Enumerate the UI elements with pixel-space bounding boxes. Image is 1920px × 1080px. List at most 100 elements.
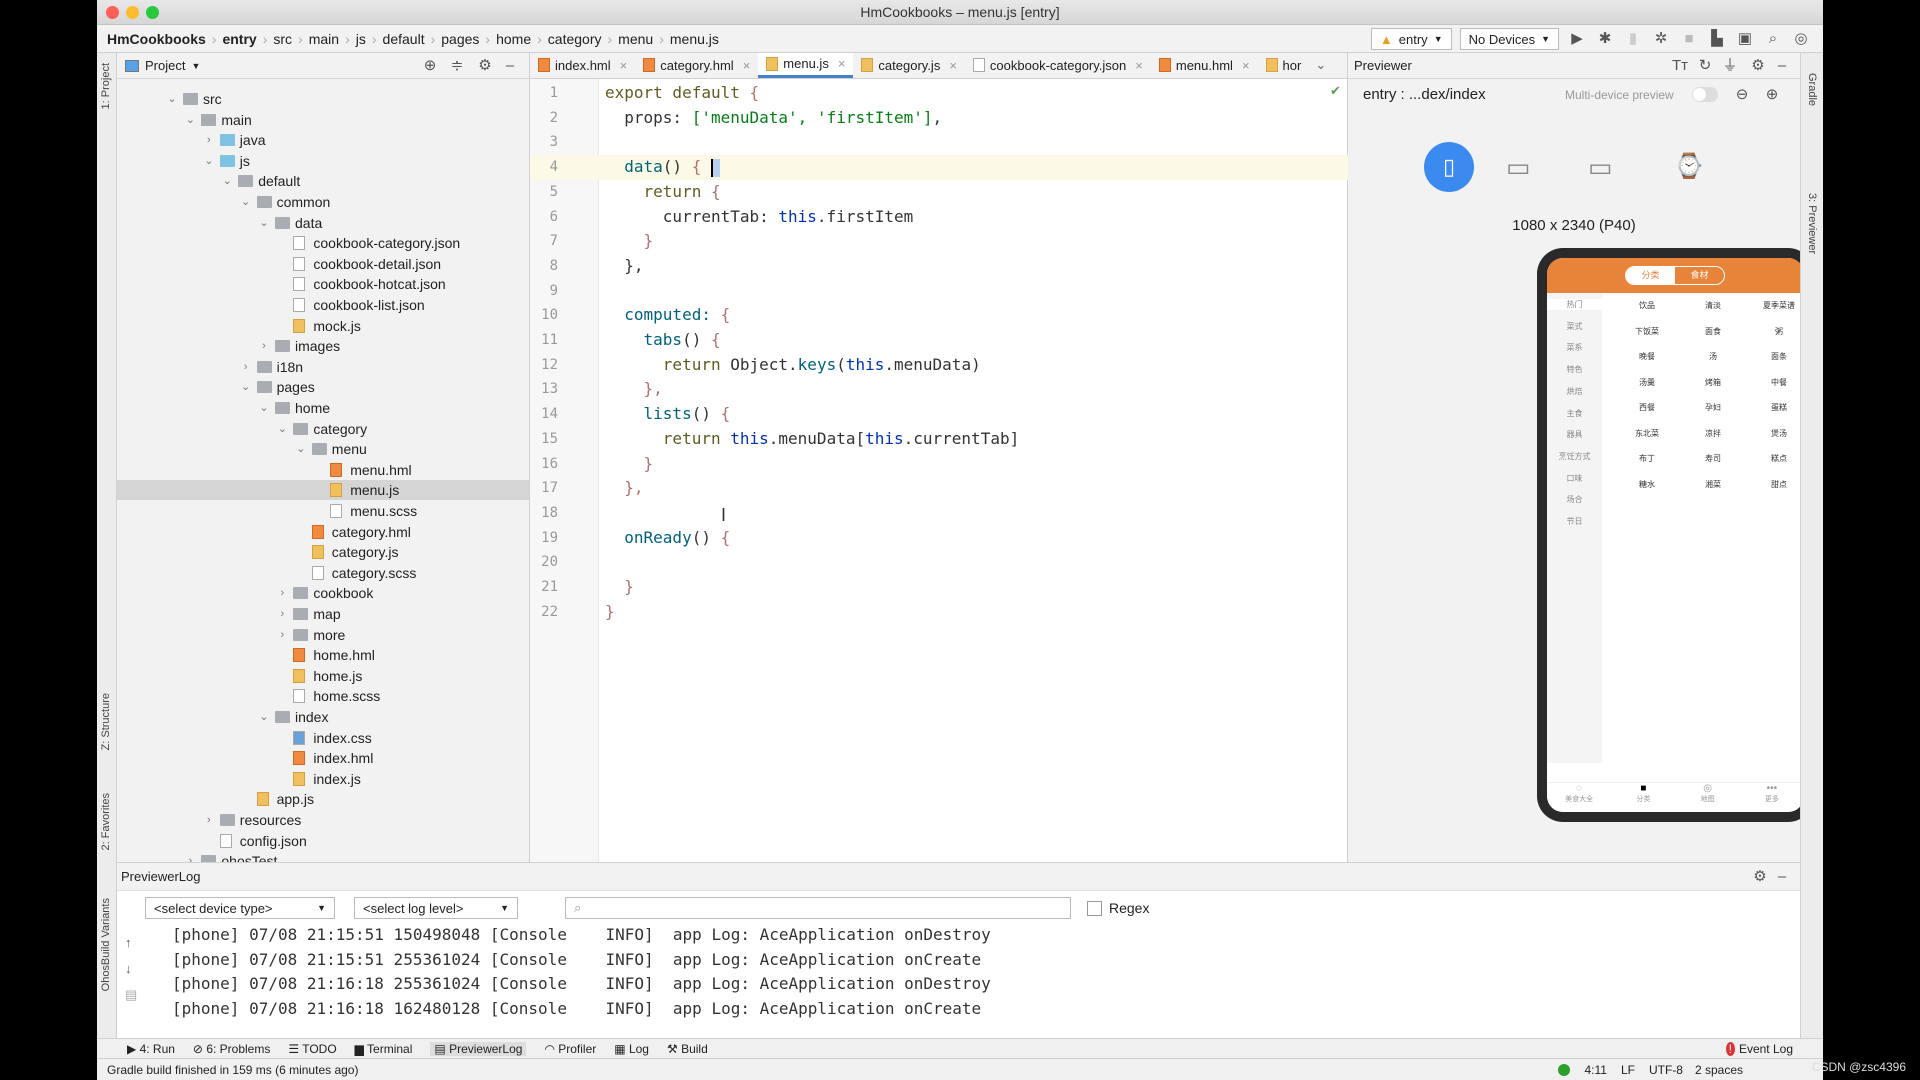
nav-item[interactable]: ◎ 地图 <box>1676 783 1740 812</box>
module-select[interactable]: ▲ entry ▼ <box>1370 28 1452 50</box>
tool-tab-build[interactable]: ⚒ Build <box>667 1042 708 1056</box>
grid-item[interactable]: 粥 <box>1749 326 1804 337</box>
breadcrumb-item[interactable]: default <box>383 31 425 47</box>
close-tab-icon[interactable]: × <box>1242 58 1250 73</box>
grid-item[interactable]: 饮品 <box>1617 300 1677 311</box>
tree-item[interactable]: › more <box>117 625 529 645</box>
tree-item[interactable]: category.scss <box>117 563 529 583</box>
grid-item[interactable]: 中餐 <box>1749 377 1804 388</box>
close-tab-icon[interactable]: × <box>949 58 957 73</box>
grid-item[interactable]: 清淡 <box>1683 300 1743 311</box>
gear-icon[interactable]: ⚙ <box>475 56 495 76</box>
project-structure-icon[interactable]: ▙ <box>1707 29 1727 49</box>
log-level-select[interactable]: <select log level> ▼ <box>354 897 518 919</box>
breadcrumb-item[interactable]: category <box>548 31 602 47</box>
tree-item[interactable]: cookbook-list.json <box>117 295 529 315</box>
grid-item[interactable]: 孕妇 <box>1683 402 1743 413</box>
breadcrumb-item[interactable]: entry <box>222 31 256 47</box>
category-item[interactable]: 烹饪方式 <box>1547 451 1602 462</box>
category-item[interactable]: 烘焙 <box>1547 386 1602 397</box>
gradle-tool-button[interactable]: Gradle <box>1806 73 1818 106</box>
close-tab-icon[interactable]: × <box>620 58 628 73</box>
tree-item[interactable]: ⌄ src <box>117 89 529 109</box>
search-icon[interactable]: ⌕ <box>1763 29 1783 49</box>
grid-item[interactable]: 汤羹 <box>1617 377 1677 388</box>
chevron-right-icon[interactable]: › <box>258 336 270 356</box>
zoom-out-icon[interactable]: ⊖ <box>1732 85 1752 105</box>
tab-index-hml[interactable]: index.hml × <box>530 53 635 78</box>
multi-device-toggle[interactable] <box>1692 87 1718 102</box>
tree-item[interactable]: › cookbook <box>117 583 529 603</box>
grid-item[interactable]: 糕点 <box>1749 453 1804 464</box>
device-type-select[interactable]: <select device type> ▼ <box>145 897 335 919</box>
file-encoding[interactable]: UTF-8 <box>1649 1063 1683 1077</box>
grid-item[interactable]: 面条 <box>1749 351 1804 362</box>
tab-category-js[interactable]: category.js × <box>853 53 965 78</box>
breadcrumb-item[interactable]: menu <box>618 31 653 47</box>
chevron-down-icon[interactable]: ⌄ <box>166 89 178 109</box>
collapse-all-icon[interactable]: ≑ <box>447 56 467 76</box>
tree-item[interactable]: ⌄ index <box>117 707 529 727</box>
stop-icon[interactable]: ■ <box>1679 29 1699 49</box>
breadcrumb-item[interactable]: home <box>496 31 531 47</box>
tree-item[interactable]: category.js <box>117 542 529 562</box>
grid-item[interactable]: 烤箱 <box>1683 377 1743 388</box>
phone-preview[interactable]: 分类 食材 热门 菜式 菜系 特色 烘焙 主食 器具 烹饪方式 口味 场合 节日 饮品 清淡 夏季菜谱 下饭菜面… <box>1537 248 1814 822</box>
tool-tab-terminal[interactable]: ▆ Terminal <box>355 1042 413 1056</box>
project-tool-button[interactable]: 1: Project <box>100 63 112 109</box>
chevron-down-icon[interactable]: ⌄ <box>221 171 233 191</box>
chevron-right-icon[interactable]: › <box>276 583 288 603</box>
tree-item[interactable]: category.hml <box>117 522 529 542</box>
settings-icon[interactable]: ⚙ <box>1748 56 1768 76</box>
category-item[interactable]: 场合 <box>1547 494 1602 505</box>
tree-item[interactable]: app.js <box>117 789 529 809</box>
minimize-window-button[interactable] <box>126 6 139 19</box>
tree-item[interactable]: › ohosTest <box>117 851 529 862</box>
zoom-in-icon[interactable]: ⊕ <box>1762 85 1782 105</box>
grid-item[interactable]: 面食 <box>1683 326 1743 337</box>
locate-icon[interactable]: ⊕ <box>420 56 440 76</box>
chevron-right-icon[interactable]: › <box>276 604 288 624</box>
tree-item[interactable]: ⌄ category <box>117 419 529 439</box>
chevron-down-icon[interactable]: ⌄ <box>258 398 270 418</box>
tool-tab-todo[interactable]: ☰ TODO <box>288 1042 336 1056</box>
font-size-icon[interactable]: Tт <box>1670 56 1690 76</box>
tool-tab-log[interactable]: ▦ Log <box>614 1042 649 1056</box>
chevron-down-icon[interactable]: ⌄ <box>295 439 307 459</box>
grid-item[interactable]: 蛋糕 <box>1749 402 1804 413</box>
nav-item[interactable]: ••• 更多 <box>1740 783 1804 812</box>
phone-device-button[interactable]: ▯ <box>1424 142 1474 192</box>
chevron-down-icon[interactable]: ⌄ <box>258 707 270 727</box>
tool-tab-4-run[interactable]: ▶ 4: Run <box>127 1042 175 1056</box>
chevron-right-icon[interactable]: › <box>203 130 215 150</box>
nav-item[interactable]: ■ 分类 <box>1611 783 1675 812</box>
grid-item[interactable]: 凉拌 <box>1683 428 1743 439</box>
tree-item[interactable]: config.json <box>117 831 529 851</box>
tree-item[interactable]: › i18n <box>117 357 529 377</box>
tree-item[interactable]: cookbook-category.json <box>117 233 529 253</box>
tab-hor[interactable]: hor <box>1258 53 1310 78</box>
chevron-down-icon[interactable]: ⌄ <box>276 419 288 439</box>
project-view-select[interactable]: Project <box>145 58 185 73</box>
tab-category-hml[interactable]: category.hml × <box>635 53 758 78</box>
tab-cookbook-category-json[interactable]: cookbook-category.json × <box>965 53 1151 78</box>
tv-device-button[interactable]: ▭ <box>1588 152 1613 183</box>
grid-item[interactable]: 寿司 <box>1683 453 1743 464</box>
close-tab-icon[interactable]: × <box>1135 58 1143 73</box>
log-hide-icon[interactable]: – <box>1772 867 1792 887</box>
grid-item[interactable]: 东北菜 <box>1617 428 1677 439</box>
tabs-overflow-chevron-icon[interactable]: ⌄ <box>1309 53 1332 78</box>
grid-item[interactable]: 晚餐 <box>1617 351 1677 362</box>
grid-item[interactable]: 下饭菜 <box>1617 326 1677 337</box>
breadcrumb-item[interactable]: src <box>273 31 292 47</box>
nav-item[interactable]: ◌ 美食大全 <box>1547 783 1611 812</box>
grid-item[interactable]: 布丁 <box>1617 453 1677 464</box>
breadcrumb-item[interactable]: main <box>309 31 339 47</box>
indent-setting[interactable]: 2 spaces <box>1695 1063 1743 1077</box>
tree-item[interactable]: ⌄ pages <box>117 377 529 397</box>
chevron-down-icon[interactable]: ⌄ <box>258 213 270 233</box>
grid-item[interactable]: 汤 <box>1683 351 1743 362</box>
zoom-window-button[interactable] <box>146 6 159 19</box>
tree-item[interactable]: › resources <box>117 810 529 830</box>
grid-item[interactable]: 西餐 <box>1617 402 1677 413</box>
